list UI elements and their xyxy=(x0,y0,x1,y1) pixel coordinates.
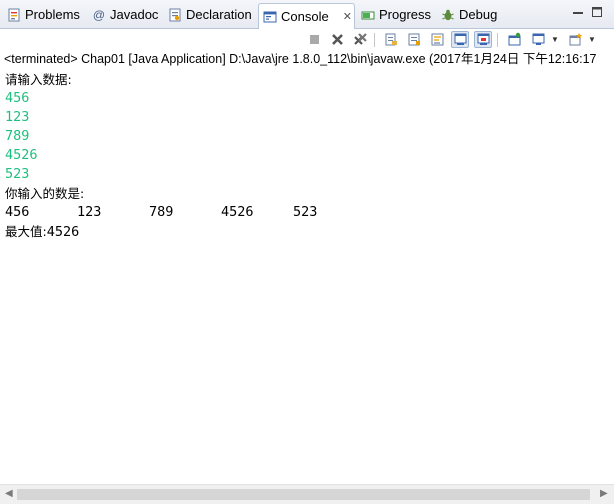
view-tab-bar: Problems @ Javadoc Declaration Console ✕… xyxy=(0,0,614,29)
tab-label: Problems xyxy=(25,7,80,22)
scroll-lock-button[interactable] xyxy=(405,31,423,48)
word-wrap-icon xyxy=(430,32,445,47)
echo-value: 4526 xyxy=(221,204,254,220)
horizontal-scrollbar[interactable]: ◀ ▶ xyxy=(0,484,614,504)
remove-all-terminated-button[interactable] xyxy=(351,31,369,48)
tab-declaration[interactable]: Declaration xyxy=(164,3,256,27)
display-selected-console-button[interactable] xyxy=(529,31,547,48)
declaration-icon xyxy=(168,8,182,22)
scroll-lock-icon xyxy=(407,32,422,47)
clear-console-icon xyxy=(384,32,399,47)
console-input-line: 4526 xyxy=(5,147,38,163)
pin-console-button[interactable] xyxy=(505,31,523,48)
max-value: 4526 xyxy=(46,224,80,240)
progress-icon xyxy=(361,8,375,22)
remove-launch-button[interactable] xyxy=(328,31,346,48)
launch-status-line: <terminated> Chap01 [Java Application] D… xyxy=(4,52,597,66)
console-input-line: 456 xyxy=(5,90,30,106)
close-icon[interactable]: ✕ xyxy=(343,5,352,29)
tab-label: Declaration xyxy=(186,7,252,22)
tab-label: Debug xyxy=(459,7,498,22)
console-echo-values: 456 123 789 4526 523 xyxy=(5,203,605,222)
echo-value: 789 xyxy=(149,204,174,220)
console-input-line: 789 xyxy=(5,128,30,144)
clear-console-button[interactable] xyxy=(382,31,400,48)
open-console-button[interactable] xyxy=(566,31,584,48)
word-wrap-button[interactable] xyxy=(428,31,446,48)
pin-console-icon xyxy=(507,32,522,47)
console-toolbar: ▼ ▼ xyxy=(0,29,614,50)
show-on-stderr-button[interactable] xyxy=(474,31,492,48)
show-on-stdout-button[interactable] xyxy=(451,31,469,48)
console-icon xyxy=(263,10,277,24)
console-max-line: 最大值:4526 xyxy=(5,222,79,241)
terminate-button[interactable] xyxy=(305,31,323,48)
stop-icon xyxy=(307,32,322,47)
toolbar-separator xyxy=(374,33,375,47)
chevron-down-icon[interactable]: ▼ xyxy=(588,35,596,44)
scroll-right-icon[interactable]: ▶ xyxy=(600,488,608,499)
console-output[interactable]: 请输入数据: 456 123 789 4526 523 你输入的数是: 456 … xyxy=(0,70,614,484)
tab-label: Progress xyxy=(379,7,432,22)
javadoc-at-icon: @ xyxy=(92,8,106,22)
tab-debug[interactable]: Debug xyxy=(437,3,501,27)
stderr-icon xyxy=(476,32,491,47)
max-label: 最大值: xyxy=(5,224,47,239)
tab-console[interactable]: Console ✕ xyxy=(258,3,355,29)
console-echo-label: 你输入的数是: xyxy=(5,186,85,201)
scrollbar-thumb[interactable] xyxy=(17,489,590,500)
open-console-icon xyxy=(568,32,583,47)
console-prompt: 请输入数据: xyxy=(5,72,72,87)
tab-label: Console xyxy=(281,8,329,24)
tab-problems[interactable]: Problems xyxy=(3,3,84,27)
chevron-down-icon[interactable]: ▼ xyxy=(551,35,559,44)
tab-javadoc[interactable]: @ Javadoc xyxy=(88,3,162,27)
tab-label: Javadoc xyxy=(110,7,159,22)
console-input-line: 123 xyxy=(5,109,30,125)
remove-x-icon xyxy=(330,32,345,47)
toolbar-separator xyxy=(497,33,498,47)
console-input-line: 523 xyxy=(5,166,30,182)
stdout-icon xyxy=(453,32,468,47)
remove-all-icon xyxy=(353,32,368,47)
minimize-icon[interactable] xyxy=(572,6,584,21)
debug-icon xyxy=(441,8,455,22)
display-console-icon xyxy=(531,32,546,47)
tab-progress[interactable]: Progress xyxy=(357,3,435,27)
echo-value: 456 xyxy=(5,204,30,220)
echo-value: 123 xyxy=(77,204,102,220)
echo-value: 523 xyxy=(293,204,318,220)
scroll-left-icon[interactable]: ◀ xyxy=(5,488,13,499)
problems-icon xyxy=(7,8,21,22)
maximize-icon[interactable] xyxy=(591,6,603,21)
